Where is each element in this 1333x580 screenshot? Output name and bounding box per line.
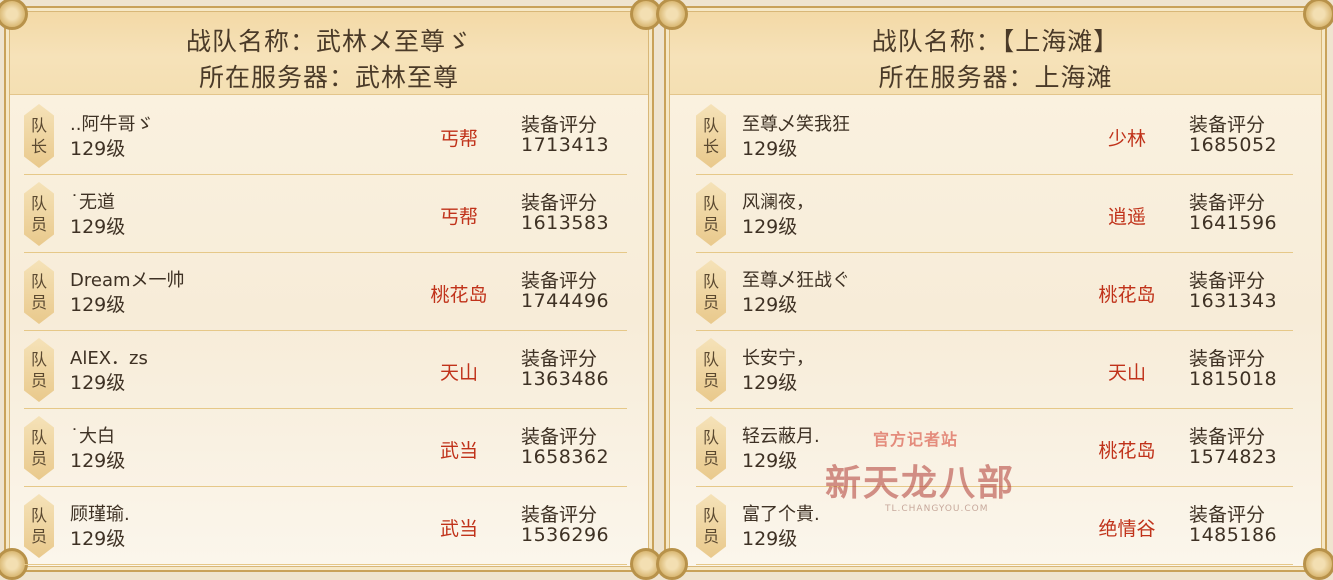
player-name: ..阿牛哥ゞ <box>70 114 154 135</box>
player-name: 至尊乄狂战ぐ <box>742 270 850 291</box>
team-panel-right: 战队名称：【上海滩】 所在服务器：上海滩 队长 至尊乄笑我狂 129级 少林 装… <box>656 0 1333 580</box>
score-label: 装备评分 <box>521 348 598 370</box>
player-name: Dreamメ一帅 <box>70 270 185 291</box>
role-badge: 队员 <box>24 182 54 246</box>
corner-ornament-icon <box>1303 0 1333 30</box>
corner-ornament-icon <box>1303 548 1333 580</box>
score-label: 装备评分 <box>1189 114 1266 136</box>
player-level: 129级 <box>742 372 798 394</box>
score-label: 装备评分 <box>1189 504 1266 526</box>
member-row: 队员 至尊乄狂战ぐ 129级 桃花岛 装备评分 1631343 <box>696 254 1293 331</box>
player-level: 129级 <box>70 216 126 238</box>
player-name: 顾瑾瑜. <box>70 504 130 525</box>
score-value: 1574823 <box>1189 446 1278 468</box>
score-label: 装备评分 <box>1189 192 1266 214</box>
sect-name: 天山 <box>439 362 478 384</box>
member-row: 队员 ˙大白 129级 武当 装备评分 1658362 <box>24 410 627 487</box>
player-level: 129级 <box>70 528 126 550</box>
score-label: 装备评分 <box>521 504 598 526</box>
sect-name: 武当 <box>439 440 478 462</box>
score-value: 1631343 <box>1189 290 1278 312</box>
player-level: 129级 <box>742 528 798 550</box>
score-value: 1685052 <box>1189 134 1278 156</box>
sect-name: 少林 <box>1107 128 1146 150</box>
player-name: 长安宁， <box>742 348 814 369</box>
score-label: 装备评分 <box>1189 348 1266 370</box>
team-name: 战队名称：武林メ至尊ゞ <box>185 27 472 56</box>
player-level: 129级 <box>70 450 126 472</box>
score-value: 1641596 <box>1189 212 1278 234</box>
role-badge: 队员 <box>696 182 726 246</box>
member-row: 队员 Dreamメ一帅 129级 桃花岛 装备评分 1744496 <box>24 254 627 331</box>
player-name: 轻云蔽月. <box>742 426 820 447</box>
role-badge: 队长 <box>24 104 54 168</box>
score-label: 装备评分 <box>1189 426 1266 448</box>
score-value: 1536296 <box>521 524 610 546</box>
player-name: ˙大白 <box>70 426 115 447</box>
score-label: 装备评分 <box>521 192 598 214</box>
sect-name: 丐帮 <box>439 206 478 228</box>
score-label: 装备评分 <box>521 270 598 292</box>
player-level: 129级 <box>742 216 798 238</box>
role-badge: 队员 <box>24 338 54 402</box>
sect-name: 桃花岛 <box>1098 284 1156 306</box>
sect-name: 逍遥 <box>1107 206 1146 228</box>
member-row: 队员 AlEX．zs 129级 天山 装备评分 1363486 <box>24 332 627 409</box>
role-badge: 队长 <box>696 104 726 168</box>
role-badge: 队员 <box>24 260 54 324</box>
player-name: ˙无道 <box>70 192 115 213</box>
score-value: 1613583 <box>521 212 610 234</box>
member-row: 队员 ˙无道 129级 丐帮 装备评分 1613583 <box>24 176 627 253</box>
sect-name: 武当 <box>439 518 478 540</box>
player-level: 129级 <box>70 294 126 316</box>
score-value: 1713413 <box>521 134 610 156</box>
team-header: 战队名称：【上海滩】 所在服务器：上海滩 <box>670 12 1321 95</box>
member-row: 队员 长安宁， 129级 天山 装备评分 1815018 <box>696 332 1293 409</box>
role-badge: 队员 <box>24 416 54 480</box>
member-row: 队长 ..阿牛哥ゞ 129级 丐帮 装备评分 1713413 <box>24 98 627 175</box>
score-label: 装备评分 <box>521 114 598 136</box>
player-name: AlEX．zs <box>70 348 148 369</box>
team-header: 战队名称：武林メ至尊ゞ 所在服务器：武林至尊 <box>10 12 648 95</box>
role-badge: 队员 <box>696 338 726 402</box>
sect-name: 桃花岛 <box>430 284 488 306</box>
sect-name: 桃花岛 <box>1098 440 1156 462</box>
score-value: 1815018 <box>1189 368 1278 390</box>
server-name: 所在服务器：上海滩 <box>878 63 1113 92</box>
team-name: 战队名称：【上海滩】 <box>871 27 1120 56</box>
score-value: 1485186 <box>1189 524 1278 546</box>
score-value: 1744496 <box>521 290 610 312</box>
member-row: 队员 风澜夜， 129级 逍遥 装备评分 1641596 <box>696 176 1293 253</box>
role-badge: 队员 <box>24 494 54 558</box>
server-name: 所在服务器：武林至尊 <box>198 63 459 92</box>
member-row: 队长 至尊乄笑我狂 129级 少林 装备评分 1685052 <box>696 98 1293 175</box>
player-level: 129级 <box>70 138 126 160</box>
sect-name: 天山 <box>1107 362 1146 384</box>
member-row: 队员 富了个貴. 129级 绝情谷 装备评分 1485186 <box>696 488 1293 565</box>
player-level: 129级 <box>742 450 798 472</box>
team-panel-left: 战队名称：武林メ至尊ゞ 所在服务器：武林至尊 队长 ..阿牛哥ゞ 129级 丐帮… <box>0 0 662 580</box>
sect-name: 绝情谷 <box>1098 518 1156 540</box>
corner-ornament-icon <box>656 548 688 580</box>
score-label: 装备评分 <box>521 426 598 448</box>
role-badge: 队员 <box>696 260 726 324</box>
score-value: 1658362 <box>521 446 610 468</box>
score-value: 1363486 <box>521 368 610 390</box>
member-row: 队员 轻云蔽月. 129级 桃花岛 装备评分 1574823 <box>696 410 1293 487</box>
player-name: 风澜夜， <box>742 192 814 213</box>
role-badge: 队员 <box>696 494 726 558</box>
sect-name: 丐帮 <box>439 128 478 150</box>
player-level: 129级 <box>742 138 798 160</box>
player-level: 129级 <box>742 294 798 316</box>
player-name: 富了个貴. <box>742 504 820 525</box>
player-name: 至尊乄笑我狂 <box>742 114 850 135</box>
role-badge: 队员 <box>696 416 726 480</box>
score-label: 装备评分 <box>1189 270 1266 292</box>
player-level: 129级 <box>70 372 126 394</box>
member-row: 队员 顾瑾瑜. 129级 武当 装备评分 1536296 <box>24 488 627 565</box>
